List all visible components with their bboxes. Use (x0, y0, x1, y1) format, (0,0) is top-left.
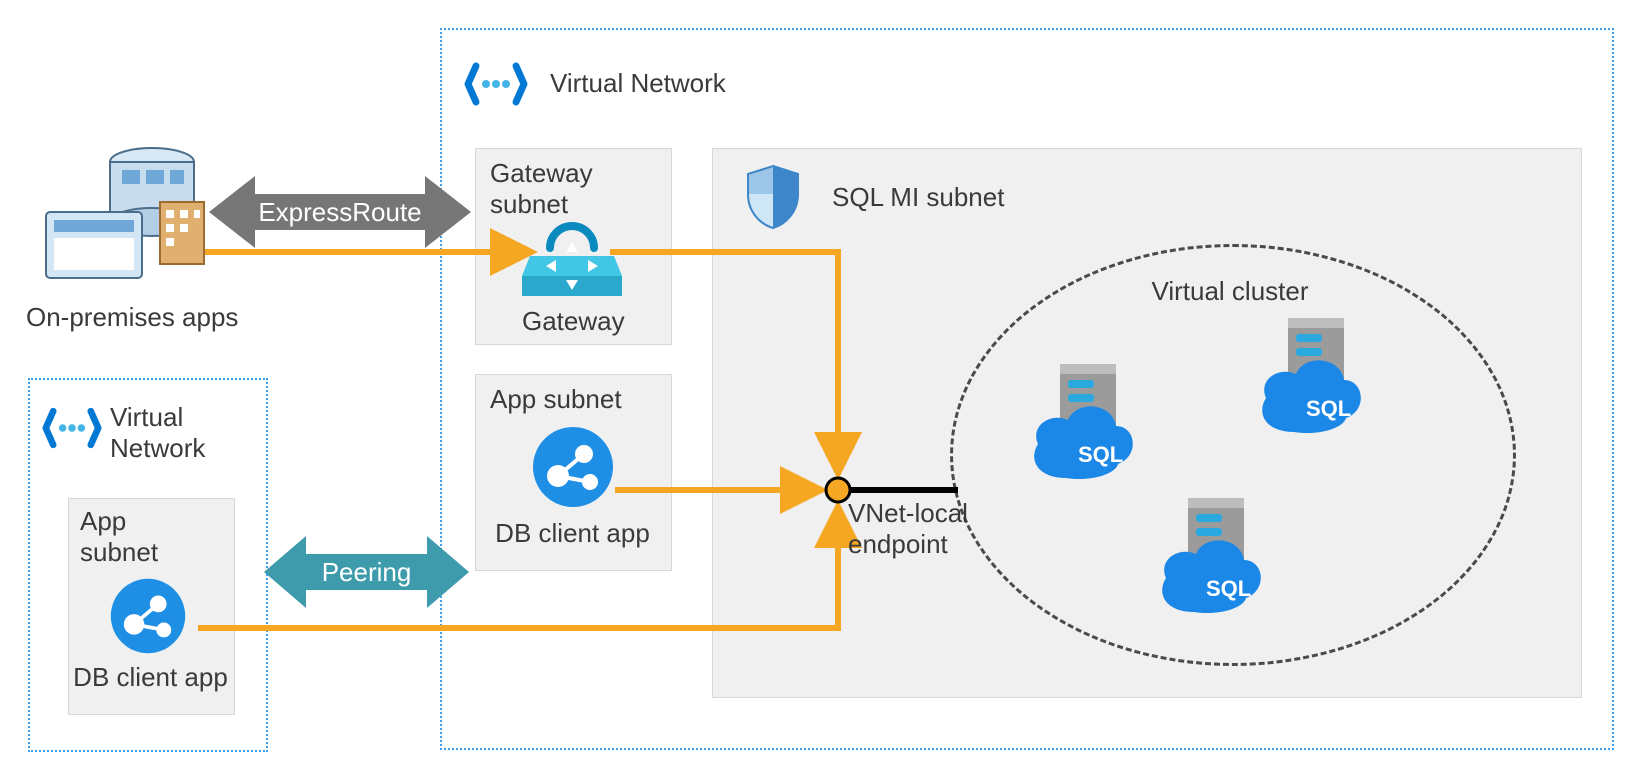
vnet-main-label: Virtual Network (550, 68, 726, 99)
sql-server-icon-2: SQL (1248, 310, 1368, 445)
db-client-left-icon (108, 576, 188, 661)
expressroute-arrow: ExpressRoute (209, 172, 471, 252)
app-subnet-left-label: App subnet (80, 506, 158, 568)
shield-icon (744, 164, 802, 235)
diagram-canvas: ExpressRoute Peering Virtual Network Vir… (0, 0, 1641, 775)
flow-lines (0, 0, 1641, 775)
sql-server-icon-3: SQL (1148, 490, 1268, 625)
expressroute-label: ExpressRoute (258, 197, 421, 228)
on-prem-icon (32, 140, 212, 300)
sql-text-1: SQL (1078, 442, 1123, 467)
on-prem-label: On-premises apps (26, 302, 238, 333)
endpoint-label: VNet-local endpoint (848, 498, 968, 560)
vnet-icon-main (464, 52, 528, 121)
db-client-main-label: DB client app (490, 518, 655, 549)
db-client-left-label: DB client app (68, 662, 233, 693)
peering-label: Peering (322, 557, 412, 588)
app-subnet-main-label: App subnet (490, 384, 622, 415)
gateway-label: Gateway (522, 306, 622, 337)
virtual-cluster-label: Virtual cluster (1080, 276, 1380, 307)
vnet-icon-left (42, 398, 102, 463)
sql-text-3: SQL (1206, 576, 1251, 601)
sql-text-2: SQL (1306, 396, 1351, 421)
sql-mi-subnet-label: SQL MI subnet (832, 182, 1004, 213)
gateway-subnet-label: Gateway subnet (490, 158, 593, 220)
sql-server-icon-1: SQL (1020, 356, 1140, 491)
gateway-icon (522, 218, 622, 313)
peering-arrow: Peering (264, 532, 469, 612)
db-client-main-icon (530, 424, 616, 515)
vnet-left-label: Virtual Network (110, 402, 205, 464)
